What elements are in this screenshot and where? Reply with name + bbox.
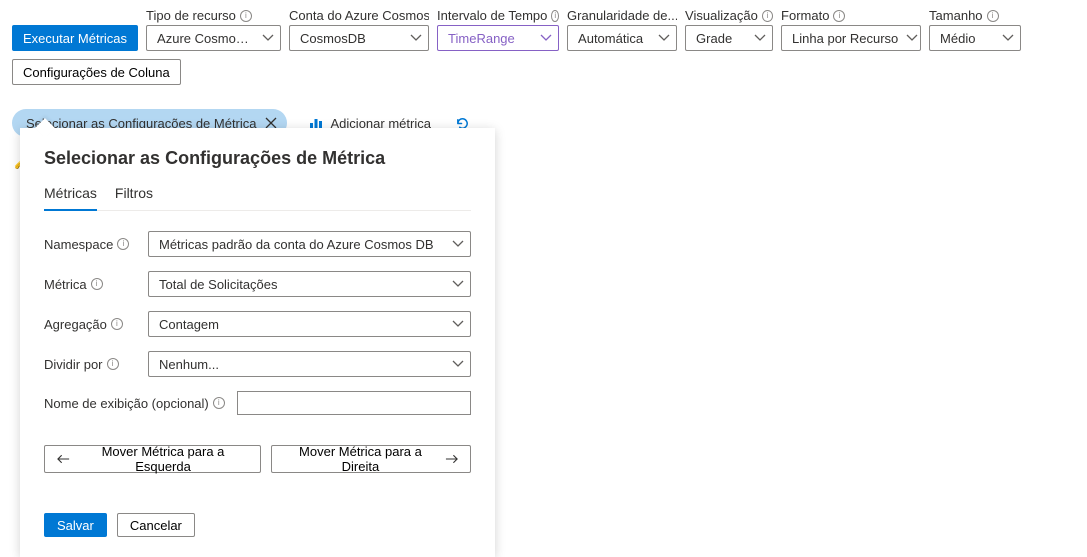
metric-label: Métrica i xyxy=(44,277,136,292)
chevron-down-icon xyxy=(262,32,274,44)
cancel-button[interactable]: Cancelar xyxy=(117,513,195,537)
chevron-down-icon xyxy=(906,32,918,44)
namespace-value: Métricas padrão da conta do Azure Cosmos… xyxy=(159,237,434,252)
account-dropdown[interactable]: CosmosDB xyxy=(289,25,429,51)
granularity-dropdown[interactable]: Automática xyxy=(567,25,677,51)
chevron-down-icon xyxy=(452,318,464,330)
format-label: Formato i xyxy=(781,8,921,23)
format-value: Linha por Recurso xyxy=(792,31,898,46)
aggregation-value: Contagem xyxy=(159,317,219,332)
chevron-down-icon xyxy=(410,32,422,44)
chevron-down-icon xyxy=(754,32,766,44)
visualization-value: Grade xyxy=(696,31,732,46)
column-settings-button[interactable]: Configurações de Coluna xyxy=(12,59,181,85)
tab-metrics[interactable]: Métricas xyxy=(44,185,97,211)
granularity-label: Granularidade de... i xyxy=(567,8,677,23)
time-range-dropdown[interactable]: TimeRange xyxy=(437,25,559,51)
displayname-label: Nome de exibição (opcional) i xyxy=(44,396,225,411)
splitby-value: Nenhum... xyxy=(159,357,219,372)
chevron-down-icon xyxy=(452,238,464,250)
chevron-down-icon xyxy=(452,358,464,370)
visualization-label: Visualização i xyxy=(685,8,773,23)
account-label: Conta do Azure Cosmos... i xyxy=(289,8,429,23)
info-icon: i xyxy=(111,318,123,330)
size-dropdown[interactable]: Médio xyxy=(929,25,1021,51)
chevron-down-icon xyxy=(658,32,670,44)
metric-value: Total de Solicitações xyxy=(159,277,278,292)
info-icon: i xyxy=(551,10,559,22)
run-metrics-button[interactable]: Executar Métricas xyxy=(12,25,138,51)
size-value: Médio xyxy=(940,31,975,46)
chevron-down-icon xyxy=(540,32,552,44)
size-label: Tamanho i xyxy=(929,8,1021,23)
visualization-dropdown[interactable]: Grade xyxy=(685,25,773,51)
splitby-label: Dividir por i xyxy=(44,357,136,372)
format-dropdown[interactable]: Linha por Recurso xyxy=(781,25,921,51)
arrow-right-icon xyxy=(445,454,458,464)
info-icon: i xyxy=(91,278,103,290)
tab-filters[interactable]: Filtros xyxy=(115,185,153,210)
metric-settings-popup: Selecionar as Configurações de Métrica M… xyxy=(20,128,495,557)
move-right-button[interactable]: Mover Métrica para a Direita xyxy=(271,445,471,473)
chevron-down-icon xyxy=(1002,32,1014,44)
namespace-label: Namespace i xyxy=(44,237,136,252)
resource-type-value: Azure Cosmos DB... xyxy=(157,31,254,46)
displayname-input[interactable] xyxy=(237,391,471,415)
info-icon: i xyxy=(117,238,129,250)
account-value: CosmosDB xyxy=(300,31,366,46)
info-icon: i xyxy=(833,10,845,22)
info-icon: i xyxy=(213,397,225,409)
namespace-dropdown[interactable]: Métricas padrão da conta do Azure Cosmos… xyxy=(148,231,471,257)
save-button[interactable]: Salvar xyxy=(44,513,107,537)
info-icon: i xyxy=(240,10,252,22)
info-icon: i xyxy=(762,10,773,22)
resource-type-label: Tipo de recurso i xyxy=(146,8,281,23)
resource-type-dropdown[interactable]: Azure Cosmos DB... xyxy=(146,25,281,51)
chevron-down-icon xyxy=(452,278,464,290)
metric-dropdown[interactable]: Total de Solicitações xyxy=(148,271,471,297)
popup-title: Selecionar as Configurações de Métrica xyxy=(44,148,471,169)
info-icon: i xyxy=(107,358,119,370)
granularity-value: Automática xyxy=(578,31,643,46)
arrow-left-icon xyxy=(57,454,70,464)
aggregation-label: Agregação i xyxy=(44,317,136,332)
aggregation-dropdown[interactable]: Contagem xyxy=(148,311,471,337)
time-range-value: TimeRange xyxy=(448,31,515,46)
info-icon: i xyxy=(987,10,999,22)
move-right-label: Mover Métrica para a Direita xyxy=(284,444,437,474)
splitby-dropdown[interactable]: Nenhum... xyxy=(148,351,471,377)
move-left-button[interactable]: Mover Métrica para a Esquerda xyxy=(44,445,261,473)
move-left-label: Mover Métrica para a Esquerda xyxy=(78,444,248,474)
time-range-label: Intervalo de Tempo i xyxy=(437,8,559,23)
